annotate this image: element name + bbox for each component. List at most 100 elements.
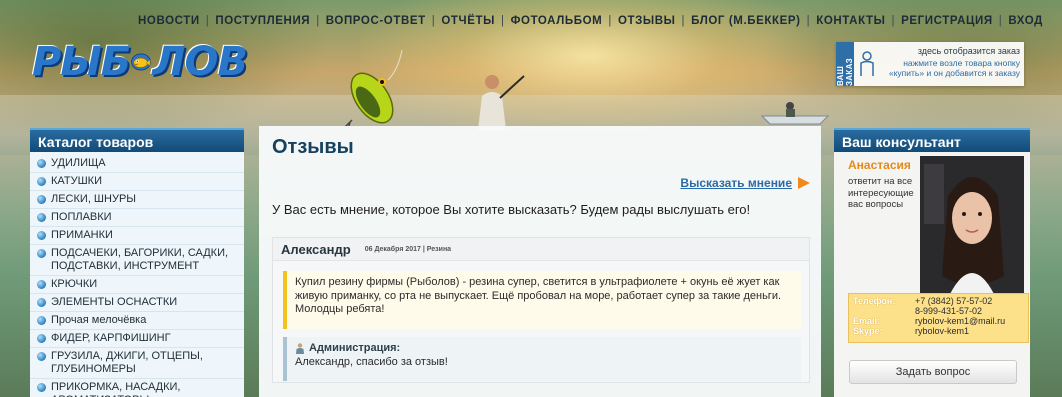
consultant-photo [920,156,1024,294]
admin-person-icon [296,343,304,355]
catalog-sidebar: Каталог товаров УДИЛИЩА КАТУШКИ ЛЕСКИ, Ш… [30,128,244,397]
nav-separator: | [501,15,505,27]
catalog-item-label: КАТУШКИ [51,175,102,187]
catalog-item-label: КРЮЧКИ [51,278,98,290]
catalog-list: УДИЛИЩА КАТУШКИ ЛЕСКИ, ШНУРЫ ПОПЛАВКИ ПР… [30,152,244,397]
bullet-icon [37,280,46,289]
catalog-item-label: ЭЛЕМЕНТЫ ОСНАСТКИ [51,296,178,308]
catalog-item-misc[interactable]: Прочая мелочёвка [30,312,244,330]
bullet-icon [37,383,46,392]
catalog-item-label: Прочая мелочёвка [51,314,147,326]
logo-text-right: ЛОВ [152,39,248,85]
admin-reply-label: Администрация: [295,342,793,356]
catalog-item-label: УДИЛИЩА [51,157,106,169]
nav-separator: | [681,15,686,27]
consultant-title: Ваш консультант [834,128,1030,152]
bullet-icon [37,231,46,240]
nav-item-reviews[interactable]: ОТЗЫВЫ [618,15,676,27]
email-label: Email: [853,316,881,326]
fish-logo-icon [131,53,152,71]
skype-value[interactable]: rybolov-kem1 [915,326,969,336]
catalog-item-floats[interactable]: ПОПЛАВКИ [30,209,244,227]
arrow-right-icon [798,177,810,189]
nav-item-news[interactable]: НОВОСТИ [138,15,200,27]
page-title: Отзывы [272,136,354,158]
skype-label: Skype: [853,326,883,336]
bullet-icon [37,249,46,258]
fisherman-image [478,75,525,130]
nav-separator: | [205,15,210,27]
consultant-description: ответит на все интересующие вас вопросы [848,176,914,210]
nav-item-blog[interactable]: БЛОГ (М.БЕККЕР) [691,15,800,27]
catalog-item-label: ПОПЛАВКИ [51,211,112,223]
cart-hint-text: нажмите возле товара кнопку «купить» и о… [888,58,1020,78]
catalog-item-label: ПРИКОРМКА, НАСАДКИ, АРОМАТИЗАТОРЫ [51,381,181,397]
consultant-panel: Ваш консультант Анастасия ответит на все… [834,128,1030,397]
leave-review-label: Высказать мнение [680,176,792,190]
review-author: Александр [281,241,351,257]
bullet-icon [37,195,46,204]
logo-text-left: РЫБ [32,39,131,85]
review-text: Купил резину фирмы (Рыболов) - резина су… [283,271,801,329]
catalog-item-label: ЛЕСКИ, ШНУРЫ [51,193,137,205]
site-logo[interactable]: РЫБ ЛОВ [32,36,248,88]
nav-separator: | [998,15,1003,27]
cart-tab[interactable]: ВАШ ЗАКАЗ [836,42,854,86]
bullet-icon [37,298,46,307]
nav-separator: | [316,15,320,27]
nav-item-photoalbum[interactable]: ФОТОАЛЬБОМ [511,15,603,27]
email-value[interactable]: rybolov-kem1@mail.ru [915,316,1005,326]
catalog-item-groundbait[interactable]: ПРИКОРМКА, НАСАДКИ, АРОМАТИЗАТОРЫ [30,379,244,397]
review-header: Александр 06 Декабря 2017 | Резина [273,238,809,261]
nav-separator: | [431,15,436,27]
catalog-item-hooks[interactable]: КРЮЧКИ [30,276,244,294]
ask-question-button[interactable]: Задать вопрос [849,360,1017,384]
cart-empty-text: здесь отобразится заказ [917,46,1020,56]
nav-item-contacts[interactable]: КОНТАКТЫ [816,15,885,27]
nav-item-reports[interactable]: ОТЧЁТЫ [441,15,495,27]
catalog-item-lines[interactable]: ЛЕСКИ, ШНУРЫ [30,191,244,209]
main-content: Отзывы Высказать мнение У Вас есть мнени… [259,126,821,397]
catalog-item-reels[interactable]: КАТУШКИ [30,173,244,191]
leave-review-link[interactable]: Высказать мнение [680,176,810,190]
review-card: Александр 06 Декабря 2017 | Резина Купил… [272,237,810,383]
phone2-value[interactable]: 8-999-431-57-02 [915,306,982,316]
bullet-icon [37,213,46,222]
catalog-title: Каталог товаров [30,128,244,152]
nav-separator: | [806,15,811,27]
catalog-item-rods[interactable]: УДИЛИЩА [30,155,244,173]
nav-item-registration[interactable]: РЕГИСТРАЦИЯ [901,15,993,27]
nav-item-login[interactable]: ВХОД [1008,15,1043,27]
catalog-item-label: ПОДСАЧЕКИ, БАГОРИКИ, САДКИ, ПОДСТАВКИ, И… [51,247,229,272]
fishing-lure-image [343,50,403,130]
admin-reply: Администрация: Александр, спасибо за отз… [283,337,801,381]
catalog-item-label: ПРИМАНКИ [51,229,113,241]
nav-item-arrivals[interactable]: ПОСТУПЛЕНИЯ [215,15,310,27]
admin-reply-title: Администрация: [309,342,401,354]
consultant-name: Анастасия [848,158,911,172]
intro-text: У Вас есть мнение, которое Вы хотите выс… [272,202,751,217]
boat-image [760,102,830,125]
phone-value[interactable]: +7 (3842) 57-57-02 [915,296,992,306]
catalog-item-label: ГРУЗИЛА, ДЖИГИ, ОТЦЕПЫ, ГЛУБИНОМЕРЫ [51,350,203,375]
admin-reply-text: Александр, спасибо за отзыв! [295,355,448,368]
bullet-icon [37,316,46,325]
bullet-icon [37,177,46,186]
review-meta: 06 Декабря 2017 | Резина [364,245,452,253]
consultant-contacts: Телефон: +7 (3842) 57-57-02 8-999-431-57-… [848,293,1029,343]
catalog-item-landing-nets[interactable]: ПОДСАЧЕКИ, БАГОРИКИ, САДКИ, ПОДСТАВКИ, И… [30,245,244,276]
phone2-label [853,306,915,316]
bullet-icon [37,159,46,168]
bullet-icon [37,334,46,343]
cart-widget[interactable]: ВАШ ЗАКАЗ здесь отобразится заказ нажмит… [836,42,1024,86]
person-icon [854,42,880,86]
nav-separator: | [608,15,612,27]
catalog-item-lures[interactable]: ПРИМАНКИ [30,227,244,245]
phone-label: Телефон: [853,296,896,306]
catalog-item-feeder[interactable]: ФИДЕР, КАРПФИШИНГ [30,330,244,348]
catalog-item-sinkers[interactable]: ГРУЗИЛА, ДЖИГИ, ОТЦЕПЫ, ГЛУБИНОМЕРЫ [30,348,244,379]
nav-separator: | [891,15,896,27]
bullet-icon [37,352,46,361]
nav-item-faq[interactable]: ВОПРОС-ОТВЕТ [326,15,426,27]
catalog-item-rigging[interactable]: ЭЛЕМЕНТЫ ОСНАСТКИ [30,294,244,312]
